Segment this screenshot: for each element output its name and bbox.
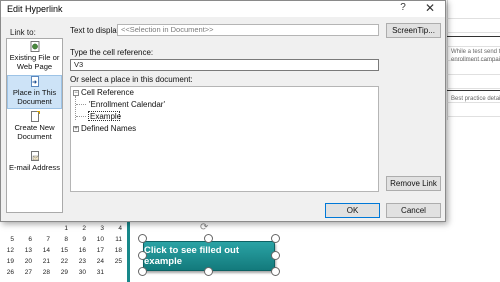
calendar-day: 5: [10, 236, 14, 243]
resize-handle[interactable]: [138, 267, 147, 276]
tree-node-example[interactable]: Example: [90, 112, 121, 121]
calendar-day: 28: [42, 269, 50, 276]
shape-button-label: Click to see filled out example: [144, 245, 240, 267]
calendar-day: 7: [46, 236, 50, 243]
tree-node-enrollment-calendar[interactable]: 'Enrollment Calendar': [89, 100, 165, 109]
calendar-day: 29: [60, 269, 68, 276]
link-type-label: Place in This Document: [12, 88, 57, 106]
calendar-day: 22: [60, 258, 68, 265]
dialog-titlebar[interactable]: Edit Hyperlink ? ✕: [1, 1, 445, 17]
calendar-day: 30: [78, 269, 86, 276]
resize-handle[interactable]: [138, 234, 147, 243]
screentip-button[interactable]: ScreenTip...: [386, 23, 441, 38]
link-to-pane: Existing File or Web Page Place in This …: [6, 38, 63, 213]
sheet-note-text: While a test send t: [451, 49, 500, 55]
calendar-day: 3: [100, 225, 104, 232]
resize-handle[interactable]: [138, 251, 147, 260]
calendar-day: 31: [96, 269, 104, 276]
calendar-day: 27: [24, 269, 32, 276]
dialog-title: Edit Hyperlink: [7, 4, 63, 14]
link-type-create-new[interactable]: Create New Document: [7, 111, 62, 145]
calendar-day: 15: [60, 247, 68, 254]
calendar-row: 19 20 21 22 23 24 25: [0, 258, 122, 268]
sheet-border-line: [447, 36, 500, 37]
sheet-note-text: enrollment campaig: [451, 57, 500, 63]
calendar-day: 13: [24, 247, 32, 254]
calendar-day: 18: [114, 247, 122, 254]
calendar-day: 2: [82, 225, 86, 232]
calendar-day: 17: [96, 247, 104, 254]
link-type-label: E-mail Address: [8, 163, 61, 172]
tree-connector: [76, 104, 86, 105]
resize-handle[interactable]: [271, 251, 280, 260]
text-to-display-label: Text to display:: [70, 26, 123, 35]
remove-link-button[interactable]: Remove Link: [386, 176, 441, 191]
globe-document-icon: [30, 41, 39, 52]
calendar-day: 23: [78, 258, 86, 265]
calendar-day: 25: [114, 258, 122, 265]
sheet-border-line: [447, 90, 500, 91]
help-button[interactable]: ?: [394, 2, 412, 16]
resize-handle[interactable]: [204, 234, 213, 243]
calendar-day: 24: [96, 258, 104, 265]
link-type-place-in-document[interactable]: Place in This Document: [7, 75, 62, 109]
resize-handle[interactable]: [204, 267, 213, 276]
cell-reference-input[interactable]: V3: [70, 59, 379, 71]
resize-handle[interactable]: [271, 267, 280, 276]
calendar-day: 14: [42, 247, 50, 254]
collapse-toggle-icon[interactable]: −: [73, 90, 79, 96]
link-type-email[interactable]: E-mail Address: [7, 151, 62, 179]
place-in-document-label: Or select a place in this document:: [70, 75, 193, 84]
tree-node-defined-names[interactable]: Defined Names: [81, 124, 136, 133]
calendar-day: 6: [28, 236, 32, 243]
tree-node-cell-reference[interactable]: Cell Reference: [81, 88, 134, 97]
calendar-day: 26: [6, 269, 14, 276]
text-to-display-field[interactable]: <<Selection in Document>>: [117, 24, 379, 36]
calendar-day: 11: [115, 236, 122, 243]
sheet-gridlines: [447, 18, 500, 118]
calendar-day: 8: [64, 236, 68, 243]
calendar-day: 20: [24, 258, 32, 265]
calendar-row: 5 6 7 8 9 10 11: [0, 236, 122, 246]
teal-divider-bar: [127, 222, 130, 282]
calendar-day: 12: [6, 247, 14, 254]
calendar-day: 4: [118, 225, 122, 232]
calendar-row: 1 2 3 4: [0, 225, 122, 235]
edit-hyperlink-dialog: Edit Hyperlink ? ✕ Link to: Existing Fil…: [0, 0, 446, 222]
calendar-day: 1: [64, 225, 68, 232]
link-to-label: Link to:: [10, 28, 36, 37]
close-button[interactable]: ✕: [419, 1, 441, 16]
calendar-day: 16: [78, 247, 86, 254]
tree-connector: [76, 116, 86, 117]
cell-reference-label: Type the cell reference:: [70, 48, 154, 57]
link-type-label: Existing File or Web Page: [9, 53, 60, 71]
cancel-button[interactable]: Cancel: [386, 203, 441, 218]
calendar-day: 19: [6, 258, 14, 265]
link-type-label: Create New Document: [14, 123, 55, 141]
email-icon: [30, 151, 39, 161]
resize-handle[interactable]: [271, 234, 280, 243]
calendar-row: 12 13 14 15 16 17 18: [0, 247, 122, 257]
ok-button[interactable]: OK: [325, 203, 380, 218]
new-document-icon: [30, 111, 40, 122]
calendar-day: 10: [96, 236, 104, 243]
sheet-note-text: Best practice detail: [451, 96, 500, 102]
calendar-day: 21: [42, 258, 50, 265]
calendar-day: 9: [82, 236, 86, 243]
rotate-handle-icon[interactable]: ⟳: [200, 222, 212, 233]
expand-toggle-icon[interactable]: +: [73, 126, 79, 132]
link-type-existing-file[interactable]: Existing File or Web Page: [7, 41, 62, 75]
document-arrow-icon: [30, 76, 39, 87]
calendar-row: 26 27 28 29 30 31: [0, 269, 120, 279]
